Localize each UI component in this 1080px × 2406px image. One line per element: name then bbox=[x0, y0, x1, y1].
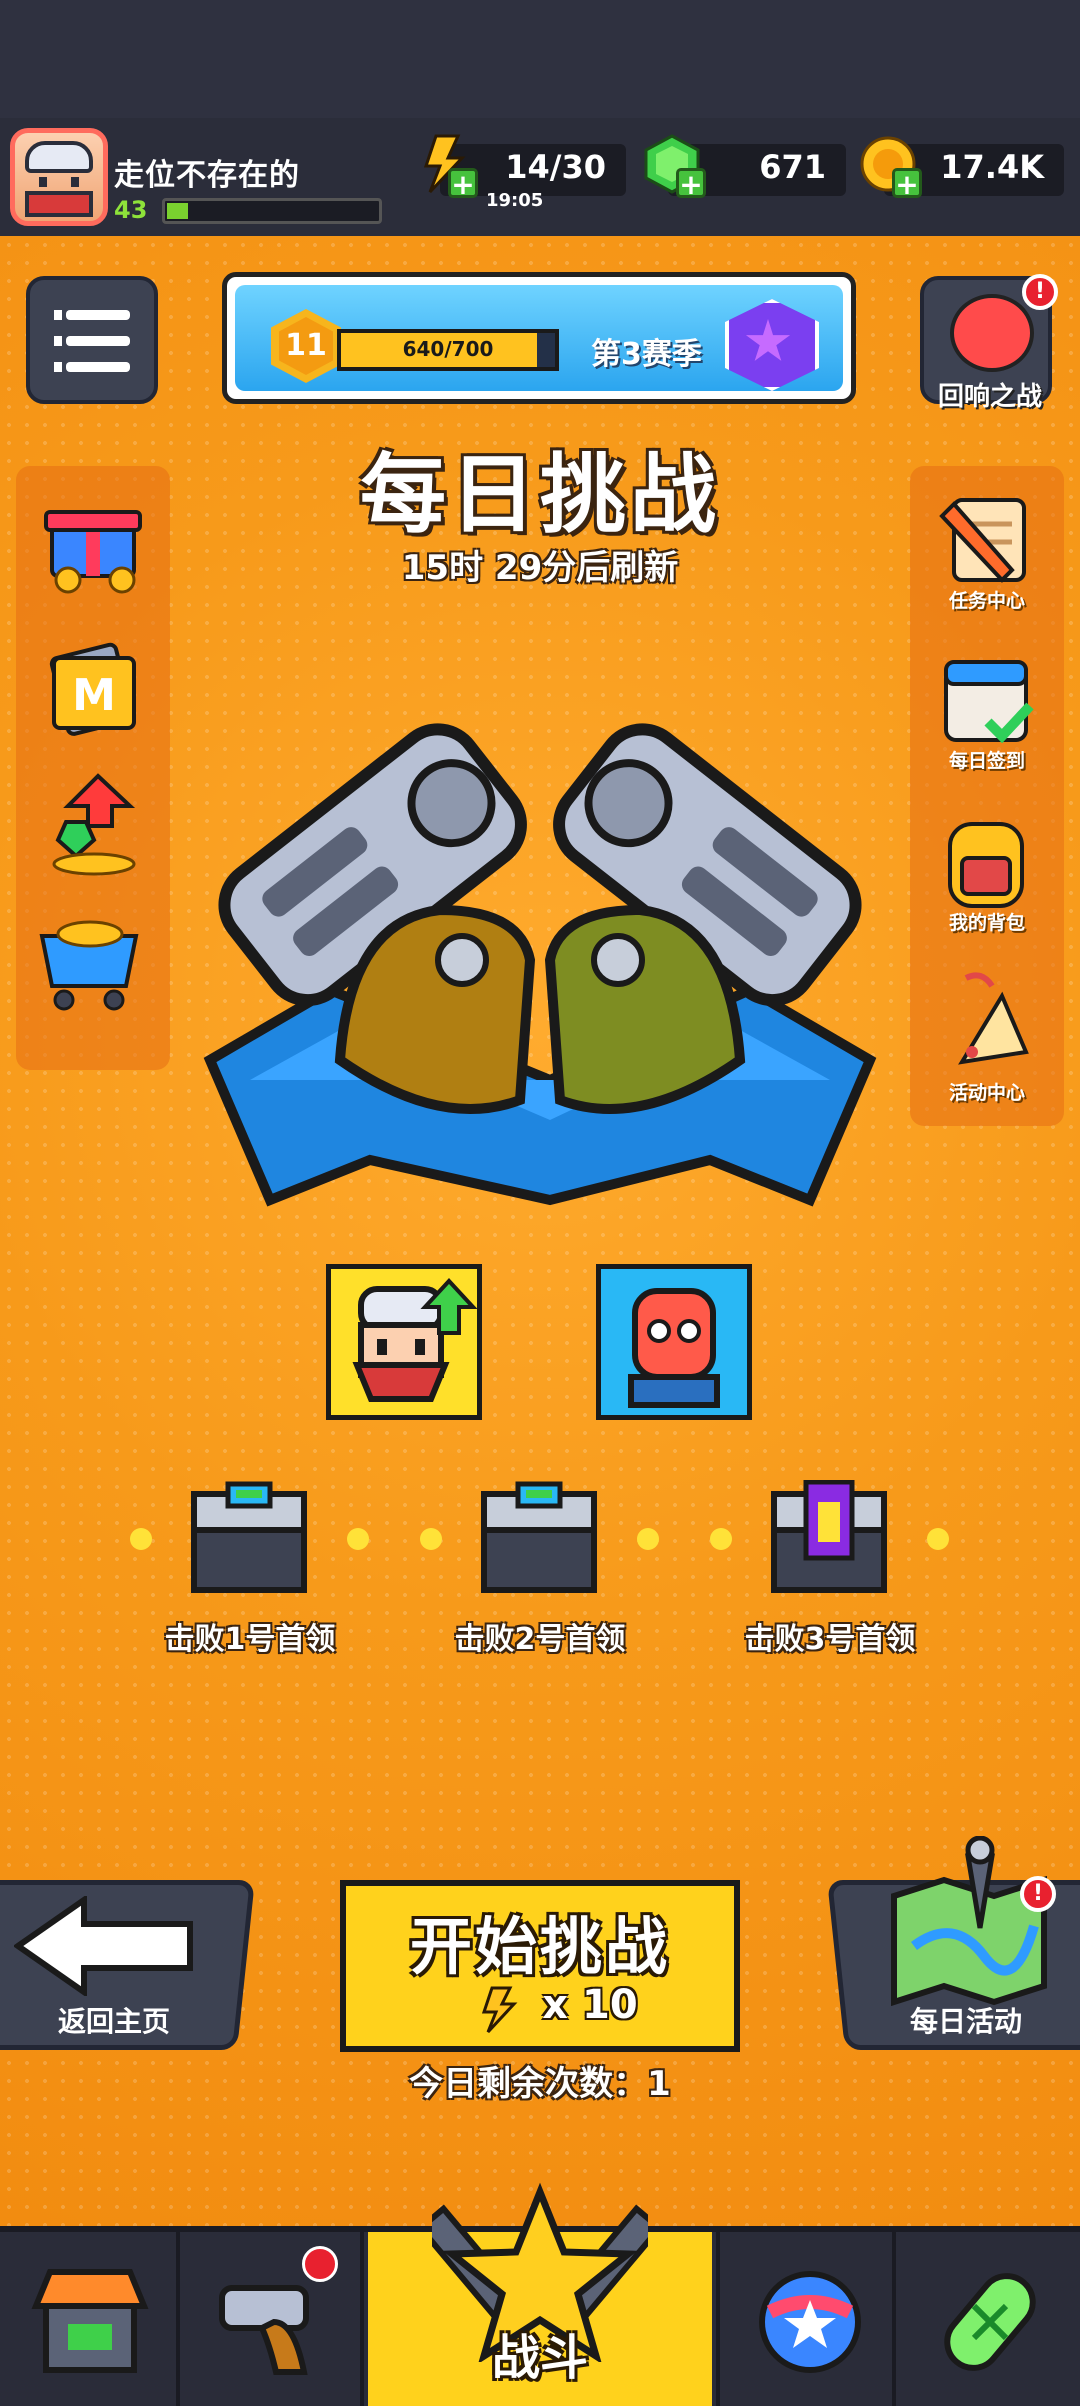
event-center-label: 活动中心 bbox=[948, 1082, 1025, 1104]
start-challenge-button[interactable]: 开始挑战 x 10 bbox=[340, 1880, 740, 2052]
nav-weapons-tab[interactable] bbox=[184, 2232, 364, 2406]
shop-stall-icon bbox=[31, 2269, 149, 2373]
backpack-label: 我的背包 bbox=[948, 912, 1025, 934]
daily-checkin-label: 每日签到 bbox=[948, 750, 1025, 772]
red-robot-icon bbox=[628, 1288, 720, 1408]
gems-resource[interactable]: + 671 bbox=[644, 134, 846, 199]
backpack-button[interactable]: 我的背包 bbox=[910, 808, 1064, 938]
daily-checkin-button[interactable]: 每日签到 bbox=[910, 646, 1064, 776]
boss-3-label: 击败3号首领 bbox=[744, 1622, 916, 1657]
echo-battle-alert-badge: ! bbox=[1022, 274, 1058, 310]
nav-talent-tab[interactable] bbox=[716, 2232, 896, 2406]
crossed-revolvers-emblem-icon bbox=[203, 723, 877, 1207]
main-menu-button[interactable] bbox=[26, 276, 158, 404]
task-center-label: 任务中心 bbox=[948, 590, 1025, 612]
calendar-check-icon bbox=[944, 660, 1034, 744]
backpack-icon bbox=[948, 822, 1024, 908]
energy-timer: 19:05 bbox=[486, 190, 544, 211]
event-center-button[interactable]: 活动中心 bbox=[910, 966, 1064, 1106]
echo-battle-label: 回响之战 bbox=[937, 382, 1042, 412]
boss-2-portrait[interactable] bbox=[596, 1264, 752, 1420]
progress-dot bbox=[130, 1528, 152, 1550]
treasure-map-icon bbox=[891, 1836, 1047, 2006]
season-label: 第3赛季 bbox=[591, 337, 702, 372]
nav-shop-tab[interactable] bbox=[0, 2232, 180, 2406]
system-status-bar bbox=[0, 0, 1080, 118]
monthly-card-icon[interactable]: M bbox=[38, 630, 148, 740]
demon-face-icon bbox=[950, 294, 1034, 372]
star-ball-icon bbox=[759, 2271, 861, 2373]
daily-events-label: 每日活动 bbox=[909, 2005, 1022, 2038]
season-progress-bar: 640/700 bbox=[337, 329, 559, 371]
player-avatar[interactable] bbox=[10, 128, 108, 226]
energy-resource[interactable]: + 14/30 bbox=[423, 134, 626, 199]
gem-upgrade-icon[interactable] bbox=[38, 770, 148, 880]
gems-value: 671 bbox=[759, 148, 826, 186]
season-progress-panel[interactable]: 11 640/700 第3赛季 bbox=[222, 272, 856, 404]
boss-1-label: 击败1号首领 bbox=[164, 1622, 336, 1657]
coins-value: 17.4K bbox=[940, 148, 1044, 186]
back-home-label: 返回主页 bbox=[57, 2005, 170, 2038]
boss-2-label: 击败2号首领 bbox=[454, 1622, 626, 1657]
party-popper-icon bbox=[958, 972, 1029, 1065]
energy-plus-icon[interactable]: + bbox=[448, 168, 478, 199]
challenge-title: 每日挑战 bbox=[360, 445, 720, 545]
progress-dot bbox=[710, 1528, 732, 1550]
energy-value: 14/30 bbox=[505, 148, 606, 186]
start-challenge-label: 开始挑战 bbox=[409, 1910, 670, 1983]
dna-capsule-icon bbox=[944, 2273, 1036, 2371]
coins-resource[interactable]: + 17.4K bbox=[860, 136, 1064, 199]
nav-battle-label: 战斗 bbox=[491, 2330, 588, 2386]
weapons-alert-badge bbox=[302, 2246, 338, 2282]
boss-3-chest-icon[interactable] bbox=[768, 1480, 890, 1598]
start-challenge-cost: x 10 bbox=[542, 1982, 638, 2028]
progress-dot bbox=[927, 1528, 949, 1550]
boss-1-chest-icon[interactable] bbox=[188, 1480, 310, 1598]
gems-plus-icon[interactable]: + bbox=[676, 168, 706, 199]
player-xp-bar bbox=[162, 198, 382, 224]
progress-dot bbox=[347, 1528, 369, 1550]
player-name: 走位不存在的 bbox=[114, 158, 300, 193]
shop-cart-icon[interactable] bbox=[34, 906, 144, 1016]
arrow-left-icon bbox=[14, 1896, 193, 1996]
svg-text:M: M bbox=[72, 670, 116, 721]
season-progress-text: 640/700 bbox=[402, 337, 494, 361]
challenge-refresh-timer: 15时 29分后刷新 bbox=[401, 548, 679, 588]
daily-events-alert-badge: ! bbox=[1020, 1876, 1056, 1912]
boss-2-chest-icon[interactable] bbox=[478, 1480, 600, 1598]
coins-plus-icon[interactable]: + bbox=[892, 168, 922, 199]
remaining-attempts: 今日剩余次数：1 bbox=[409, 2064, 671, 2104]
player-level: 43 bbox=[114, 196, 148, 224]
boss-1-portrait[interactable] bbox=[326, 1264, 482, 1420]
nav-evolution-tab[interactable] bbox=[900, 2232, 1080, 2406]
progress-dot bbox=[637, 1528, 659, 1550]
hero-upgrade-icon bbox=[352, 1278, 478, 1402]
progress-dot bbox=[420, 1528, 442, 1550]
